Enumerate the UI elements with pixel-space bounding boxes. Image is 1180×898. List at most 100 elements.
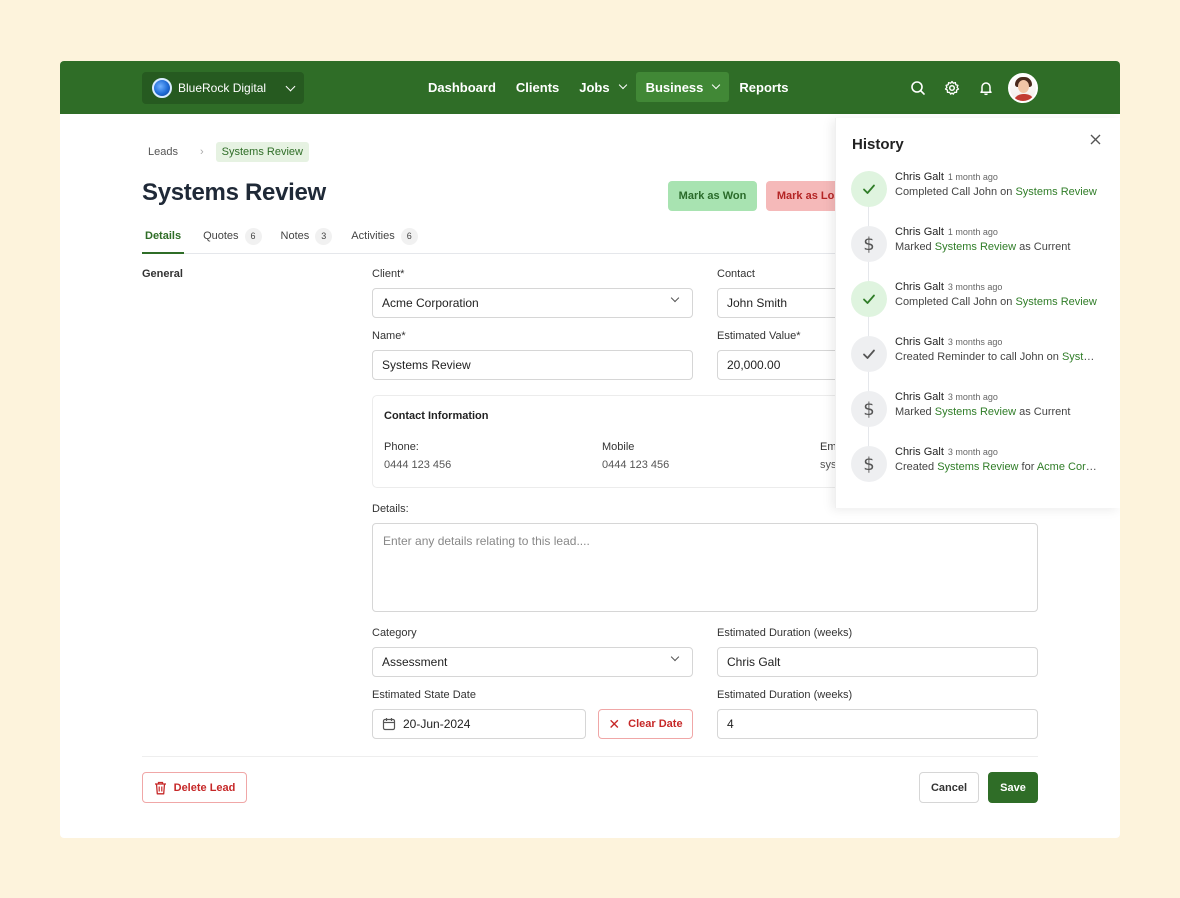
dollar-icon: $ — [851, 226, 887, 262]
history-text: as Current — [1016, 241, 1071, 253]
gear-icon[interactable] — [940, 76, 964, 100]
bell-icon[interactable] — [974, 76, 998, 100]
chevron-down-icon — [712, 80, 721, 90]
contact-information-card: Contact Information Phone: 0444 123 456 … — [372, 395, 902, 488]
history-item[interactable]: Chris Galt 1 month ago Completed Call John… — [851, 171, 1111, 211]
history-item[interactable]: Chris Galt 3 months ago Completed Call Joh… — [851, 281, 1111, 321]
duration-field-2[interactable]: 4 — [717, 709, 1038, 739]
history-item[interactable]: $ Chris Galt 3 month ago Marked Systems Rev… — [851, 391, 1111, 431]
dollar-glyph: $ — [863, 233, 875, 255]
search-icon[interactable] — [906, 76, 930, 100]
history-link[interactable]: Systems... — [1062, 351, 1100, 363]
close-icon[interactable] — [1086, 130, 1104, 148]
history-item-header: Chris Galt 3 month ago — [895, 446, 998, 458]
history-link[interactable]: Systems Review — [935, 406, 1016, 418]
duration-value-1: Chris Galt — [727, 655, 781, 669]
nav-reports[interactable]: Reports — [729, 72, 798, 102]
mark-as-won-button[interactable]: Mark as Won — [668, 181, 757, 211]
category-value: Assessment — [382, 655, 448, 669]
history-item-header: Chris Galt 3 months ago — [895, 281, 1002, 293]
contact-information-title: Contact Information — [384, 410, 489, 422]
history-link[interactable]: Systems Review — [1015, 296, 1096, 308]
nav-icon-group — [906, 76, 998, 100]
history-link[interactable]: Systems Review — [937, 461, 1018, 473]
contact-label: Contact — [717, 268, 755, 280]
phone-value: 0444 123 456 — [384, 459, 452, 471]
history-text: Created Reminder to call John on — [895, 351, 1062, 363]
breadcrumb-current[interactable]: Systems Review — [215, 142, 309, 162]
breadcrumb-leads[interactable]: Leads — [148, 146, 178, 158]
name-field[interactable]: Systems Review — [372, 350, 693, 380]
trash-icon — [154, 781, 167, 795]
category-select[interactable]: Assessment — [372, 647, 693, 677]
nav-dashboard-label: Dashboard — [428, 79, 496, 95]
section-general: General — [142, 268, 183, 280]
history-text: Marked — [895, 406, 935, 418]
start-date-label: Estimated State Date — [372, 689, 476, 701]
tab-notes[interactable]: Notes 3 — [281, 224, 333, 254]
history-timestamp: 3 month ago — [947, 447, 998, 457]
client-value: Acme Corporation — [382, 296, 479, 310]
mobile-value: 0444 123 456 — [602, 459, 670, 471]
history-item-text: Marked Systems Review as Current — [895, 241, 1100, 253]
history-item-text: Marked Systems Review as Current — [895, 406, 1100, 418]
tab-bar: Details Quotes 6 Notes 3 Activities 6 — [142, 224, 862, 254]
history-link[interactable]: Systems Review — [1015, 186, 1096, 198]
delete-lead-label: Delete Lead — [173, 781, 236, 794]
nav-clients[interactable]: Clients — [506, 72, 569, 102]
phone-label: Phone: — [384, 441, 419, 453]
close-icon: ✕ — [608, 715, 621, 732]
clear-date-label: Clear Date — [628, 718, 683, 730]
nav-business-label: Business — [645, 79, 704, 95]
history-timestamp: 1 month ago — [947, 172, 998, 182]
check-icon — [851, 281, 887, 317]
chevron-down-icon — [670, 293, 680, 303]
history-link[interactable]: Acme Corp... — [1037, 461, 1100, 473]
top-navbar: BlueRock Digital Dashboard Clients Jobs … — [60, 61, 1120, 114]
history-item[interactable]: $ Chris Galt 1 month ago Marked Systems Rev… — [851, 226, 1111, 266]
user-avatar[interactable] — [1008, 73, 1038, 103]
nav-dashboard[interactable]: Dashboard — [418, 72, 506, 102]
history-text: as Current — [1016, 406, 1071, 418]
tab-activities-label: Activities — [351, 230, 395, 242]
contact-value: John Smith — [727, 296, 788, 310]
delete-lead-button[interactable]: Delete Lead — [142, 772, 247, 803]
count-badge: 6 — [400, 228, 418, 245]
mobile-label: Mobile — [602, 441, 635, 453]
duration-value-2: 4 — [727, 717, 734, 731]
history-item[interactable]: $ Chris Galt 3 month ago Created Systems Re… — [851, 446, 1111, 486]
history-text: Completed Call John on — [895, 296, 1016, 308]
start-date-field[interactable]: 20-Jun-2024 — [372, 709, 586, 739]
tab-activities[interactable]: Activities 6 — [351, 224, 418, 254]
history-text: Created — [895, 461, 938, 473]
clear-date-button[interactable]: ✕ Clear Date — [598, 709, 693, 739]
dollar-glyph: $ — [863, 453, 875, 475]
app-window: BlueRock Digital Dashboard Clients Jobs … — [60, 61, 1120, 838]
nav-business[interactable]: Business — [635, 72, 730, 102]
tab-details[interactable]: Details — [142, 224, 185, 254]
tab-details-label: Details — [145, 230, 182, 242]
main-menu: Dashboard Clients Jobs Business Reports — [418, 72, 799, 102]
estimated-value-label: Estimated Value* — [717, 330, 801, 342]
history-item[interactable]: Chris Galt 3 months ago Created Reminder t… — [851, 336, 1111, 376]
details-textarea[interactable]: Enter any details relating to this lead.… — [372, 523, 1038, 612]
nav-jobs[interactable]: Jobs — [569, 72, 635, 102]
dollar-icon: $ — [851, 391, 887, 427]
client-select[interactable]: Acme Corporation — [372, 288, 693, 318]
duration-field-1[interactable]: Chris Galt — [717, 647, 1038, 677]
duration-label-1: Estimated Duration (weeks) — [717, 627, 853, 639]
history-panel: History Chris Galt 1 month ago Completed C… — [835, 118, 1120, 508]
footer-divider — [142, 756, 1038, 757]
history-item-header: Chris Galt 3 month ago — [895, 391, 998, 403]
org-switcher[interactable]: BlueRock Digital — [142, 72, 304, 104]
cancel-button[interactable]: Cancel — [919, 772, 979, 803]
category-label: Category — [372, 627, 417, 639]
tab-quotes[interactable]: Quotes 6 — [203, 224, 262, 254]
history-text: Completed Call John on — [895, 186, 1016, 198]
page-title: Systems Review — [142, 179, 326, 206]
check-icon — [851, 171, 887, 207]
dollar-glyph: $ — [863, 398, 875, 420]
history-link[interactable]: Systems Review — [935, 241, 1016, 253]
check-icon — [851, 336, 887, 372]
save-button[interactable]: Save — [988, 772, 1038, 803]
